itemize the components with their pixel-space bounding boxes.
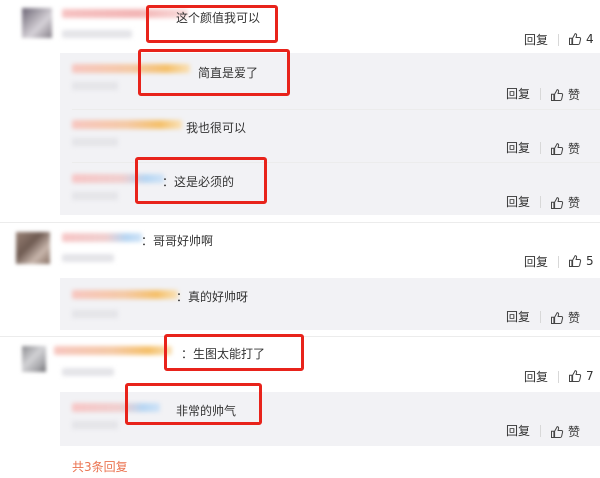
divider [558, 371, 559, 383]
more-replies-link[interactable]: 共3条回复 [72, 458, 128, 475]
like-count: 7 [586, 369, 594, 383]
reply-button[interactable]: 回复 [524, 255, 548, 269]
divider [558, 34, 559, 46]
reply-button[interactable]: 回复 [506, 87, 530, 101]
highlight-box [135, 157, 267, 204]
reply-meta [72, 192, 118, 200]
reply-button[interactable]: 回复 [506, 424, 530, 438]
username[interactable] [62, 233, 142, 242]
like-button[interactable]: 5 [568, 254, 594, 268]
username[interactable] [72, 120, 182, 129]
highlight-box [164, 334, 304, 371]
divider [72, 109, 600, 110]
like-count: 5 [586, 254, 594, 268]
comment-meta [62, 30, 132, 38]
like-label: 赞 [568, 142, 581, 156]
divider [540, 425, 541, 437]
avatar[interactable] [22, 8, 52, 38]
divider [540, 311, 541, 323]
like-button[interactable]: 7 [568, 369, 594, 383]
like-button[interactable]: 赞 [550, 140, 580, 157]
like-button[interactable]: 赞 [550, 194, 580, 211]
like-label: 赞 [568, 88, 581, 102]
avatar[interactable] [22, 346, 46, 372]
reply-button[interactable]: 回复 [506, 310, 530, 324]
comment-meta [62, 254, 114, 262]
thumbs-up-icon [568, 369, 582, 383]
like-count: 4 [586, 32, 594, 46]
comment-text: ：哥哥好帅啊 [141, 234, 214, 248]
username[interactable] [72, 290, 178, 299]
reply-text: 我也很可以 [186, 121, 247, 135]
like-button[interactable]: 赞 [550, 423, 580, 440]
like-button[interactable]: 4 [568, 32, 594, 46]
reply-meta [72, 82, 118, 90]
reply-meta [72, 138, 118, 146]
thumbs-up-icon [550, 88, 564, 102]
comment-meta [62, 368, 114, 376]
like-label: 赞 [568, 196, 581, 210]
reply-button[interactable]: 回复 [524, 33, 548, 47]
reply-button[interactable]: 回复 [524, 370, 548, 384]
divider [540, 196, 541, 208]
highlight-box [138, 49, 290, 96]
thumbs-up-icon [550, 142, 564, 156]
reply-button[interactable]: 回复 [506, 141, 530, 155]
thumbs-up-icon [550, 425, 564, 439]
highlight-box [146, 5, 278, 43]
divider [558, 256, 559, 268]
like-label: 赞 [568, 425, 581, 439]
avatar[interactable] [16, 232, 50, 264]
divider [540, 142, 541, 154]
divider [0, 222, 600, 223]
reply-button[interactable]: 回复 [506, 195, 530, 209]
like-button[interactable]: 赞 [550, 309, 580, 326]
username[interactable] [54, 346, 172, 355]
reply-meta [72, 310, 118, 318]
highlight-box [125, 383, 262, 425]
thumbs-up-icon [550, 196, 564, 210]
reply-text: ：真的好帅呀 [176, 290, 249, 304]
thumbs-up-icon [568, 32, 582, 46]
thumbs-up-icon [568, 254, 582, 268]
divider [540, 88, 541, 100]
reply-meta [72, 421, 118, 429]
like-button[interactable]: 赞 [550, 86, 580, 103]
like-label: 赞 [568, 311, 581, 325]
thumbs-up-icon [550, 311, 564, 325]
